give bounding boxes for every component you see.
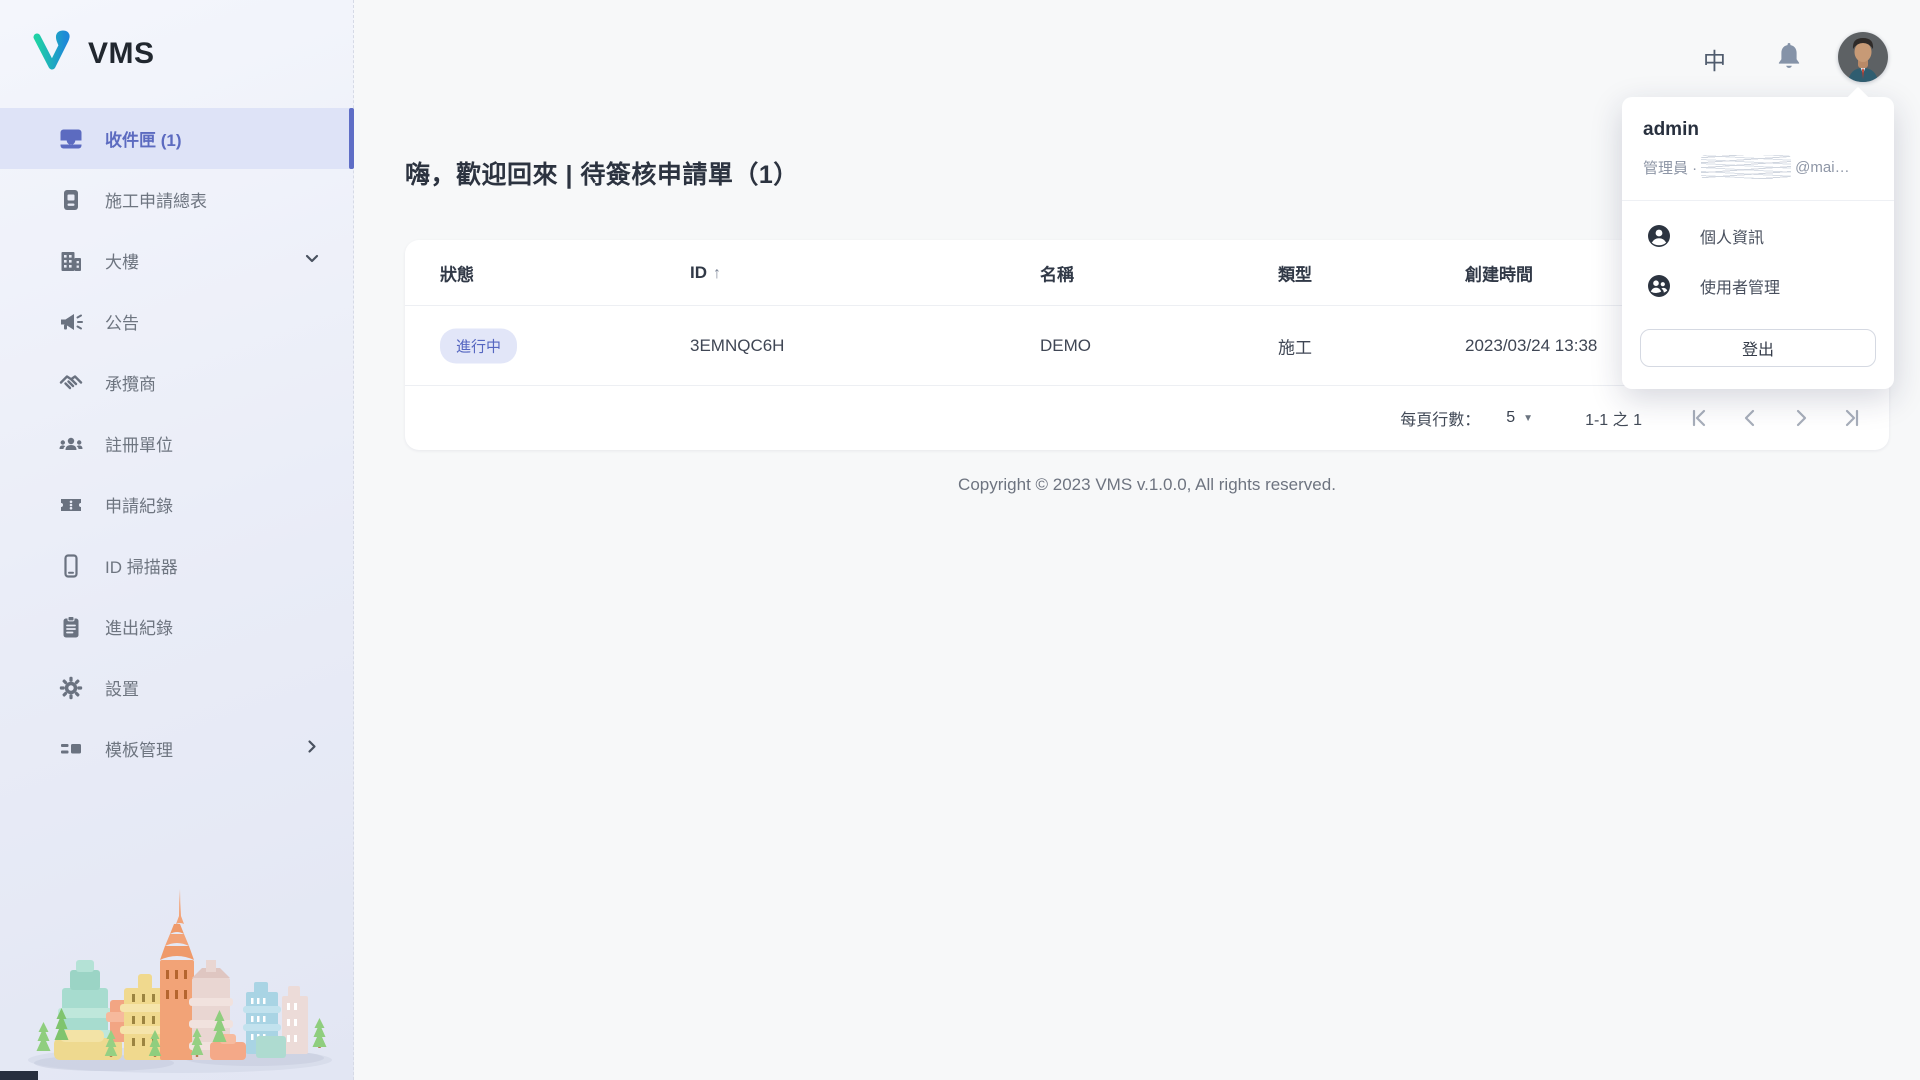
sidebar-item-access-records[interactable]: 進出紀錄 — [0, 596, 353, 657]
menu-item-label: 使用者管理 — [1700, 274, 1780, 298]
sidebar-item-label: 設置 — [105, 675, 139, 700]
sidebar-item-announcements[interactable]: 公告 — [0, 291, 353, 352]
sidebar-item-label: 申請紀錄 — [105, 492, 173, 517]
last-page-button[interactable] — [1841, 407, 1863, 429]
vms-app: VMS 收件匣 (1) — [0, 0, 1920, 1080]
account-circle-icon — [1646, 223, 1672, 249]
construction-form-icon — [58, 187, 84, 213]
template-icon — [58, 736, 84, 762]
rows-per-page-label: 每頁行數： — [1400, 406, 1480, 430]
menu-divider — [1622, 200, 1894, 201]
sidebar-item-label: 承攬商 — [105, 370, 156, 395]
user-name: admin — [1643, 119, 1699, 141]
language-button[interactable]: 中 — [1703, 42, 1726, 76]
sidebar-item-settings[interactable]: 設置 — [0, 657, 353, 718]
sidebar-item-label: 進出紀錄 — [105, 614, 173, 639]
rows-per-page-select[interactable]: 5 ▼ — [1506, 409, 1533, 427]
page-title: 嗨，歡迎回來 | 待簽核申請單（1） — [405, 155, 799, 191]
clipboard-icon — [58, 614, 84, 640]
ticket-icon — [58, 492, 84, 518]
sidebar-item-label: 大樓 — [105, 248, 139, 273]
column-header-name: 名稱 — [1040, 260, 1074, 285]
smartphone-icon — [58, 553, 84, 579]
sidebar-nav: 收件匣 (1) 施工申請總表 — [0, 108, 353, 779]
menu-item-profile[interactable]: 個人資訊 — [1622, 211, 1894, 261]
sidebar-item-id-scanner[interactable]: ID 掃描器 — [0, 535, 353, 596]
pagination: 每頁行數： 5 ▼ 1-1 之 1 — [1400, 406, 1863, 430]
menu-item-label: 個人資訊 — [1700, 224, 1764, 248]
cell-id: 3EMNQC6H — [690, 336, 784, 356]
previous-page-button[interactable] — [1739, 407, 1761, 429]
megaphone-icon — [58, 309, 84, 335]
handshake-icon — [58, 370, 84, 396]
sidebar-item-contractors[interactable]: 承攬商 — [0, 352, 353, 413]
sidebar-item-registered-units[interactable]: 註冊單位 — [0, 413, 353, 474]
notifications-button[interactable] — [1774, 41, 1804, 78]
chevron-down-icon — [303, 249, 321, 272]
sidebar-item-construction-forms[interactable]: 施工申請總表 — [0, 169, 353, 230]
inbox-icon — [58, 126, 84, 152]
city-illustration — [14, 870, 346, 1078]
pagination-range: 1-1 之 1 — [1585, 406, 1642, 430]
user-role-email: 管理員 · @mai… — [1643, 155, 1850, 179]
logo[interactable]: VMS — [30, 30, 155, 77]
first-page-button[interactable] — [1688, 407, 1710, 429]
next-page-button[interactable] — [1790, 407, 1812, 429]
building-icon — [58, 248, 84, 274]
sidebar-item-buildings[interactable]: 大樓 — [0, 230, 353, 291]
sidebar-item-label: 註冊單位 — [105, 431, 173, 456]
column-header-id-sortable[interactable]: ID↑ — [690, 263, 721, 283]
select-caret-icon: ▼ — [1523, 413, 1533, 424]
copyright-text: Copyright © 2023 VMS v.1.0.0, All rights… — [405, 475, 1889, 495]
sidebar-item-label: ID 掃描器 — [105, 553, 178, 578]
vms-logo-icon — [30, 30, 74, 77]
column-header-created: 創建時間 — [1465, 260, 1533, 285]
sidebar-item-inbox[interactable]: 收件匣 (1) — [0, 108, 353, 169]
sort-ascending-icon: ↑ — [713, 265, 721, 282]
sidebar-item-label: 施工申請總表 — [105, 187, 207, 212]
groups-icon — [58, 431, 84, 457]
cell-created: 2023/03/24 13:38 — [1465, 336, 1597, 356]
chevron-right-icon — [303, 737, 321, 760]
bell-icon — [1774, 60, 1804, 77]
user-avatar[interactable] — [1838, 32, 1888, 82]
status-badge: 進行中 — [440, 328, 517, 363]
column-header-status: 狀態 — [440, 260, 474, 285]
table-pagination-row: 每頁行數： 5 ▼ 1-1 之 1 — [405, 386, 1889, 450]
supervised-user-icon — [1646, 273, 1672, 299]
gear-icon — [58, 675, 84, 701]
sidebar-item-label: 模板管理 — [105, 736, 173, 761]
logo-text: VMS — [88, 37, 155, 71]
user-dropdown-menu: admin 管理員 · @mai… 個人資訊 — [1622, 97, 1894, 389]
sidebar-item-label: 公告 — [105, 309, 139, 334]
horizontal-scrollbar-thumb[interactable] — [0, 1071, 38, 1080]
menu-item-user-management[interactable]: 使用者管理 — [1622, 261, 1894, 311]
sidebar-item-application-records[interactable]: 申請紀錄 — [0, 474, 353, 535]
sidebar-item-label: 收件匣 (1) — [105, 126, 182, 151]
redacted-email-scribble — [1701, 155, 1791, 179]
cell-name: DEMO — [1040, 336, 1091, 356]
sidebar: VMS 收件匣 (1) — [0, 0, 354, 1080]
cell-type: 施工 — [1278, 333, 1312, 358]
logout-button[interactable]: 登出 — [1640, 329, 1876, 367]
column-header-type: 類型 — [1278, 260, 1312, 285]
sidebar-item-template-management[interactable]: 模板管理 — [0, 718, 353, 779]
